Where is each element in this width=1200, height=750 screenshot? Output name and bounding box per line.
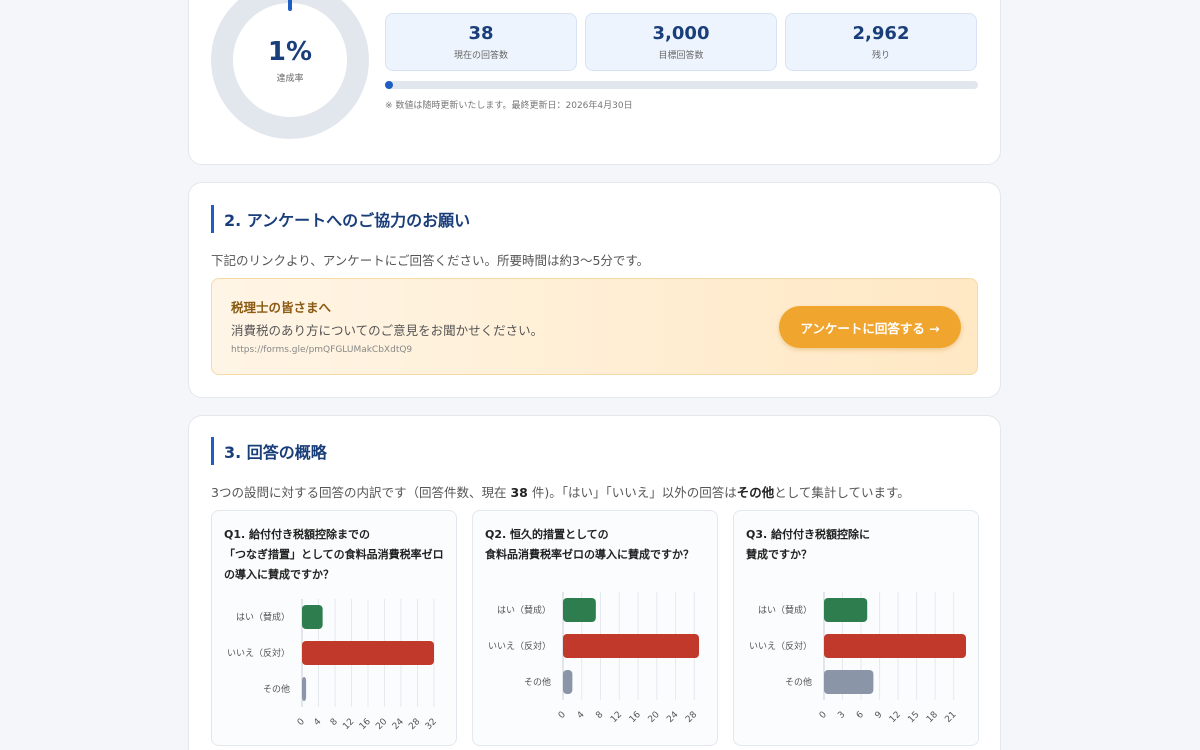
x-tick-label: 4 [312,717,323,728]
stat-value: 3,000 [652,23,710,44]
bar-yes [302,605,323,629]
question-card-q1: Q1. 給付付き税額控除までの 「つなぎ措置」としての食料品消費税率ゼロ の導入… [211,510,457,746]
progress-percent-caption: 達成率 [276,73,304,84]
bar-chart-q3: 0 3 6 9 12 15 18 21 はい（賛成） いいえ（反対） その他 [749,592,966,725]
question-card-q2: Q2. 恒久的措置としての 食料品消費税率ゼロの導入に賛成ですか？ 0 4 8 12 1… [472,510,718,746]
question-card-q3: Q3. 給付付き税額控除に 賛成ですか？ 0 3 6 9 12 15 18 21 はい（賛成）い… [733,510,979,746]
stat-remaining: 2,962 残り [785,13,977,71]
x-tick-label: 4 [576,710,587,721]
x-tick-label: 16 [358,717,373,732]
summary-desc-text: として集計しています。 [774,485,910,500]
x-tick-label: 0 [818,710,829,721]
progress-note: ※ 数値は随時更新いたします。最終更新日：2026年4月30日 [385,101,633,111]
category-label: いいえ（反対） [488,640,551,652]
x-tick-label: 24 [391,717,406,732]
section-description: 下記のリンクより、アンケートにご回答ください。所要時間は約3〜5分です。 [211,253,650,268]
x-tick-label: 3 [836,710,847,721]
category-label: その他 [524,676,551,688]
stat-label: 目標回答数 [658,51,704,61]
survey-request-card: 2. アンケートへのご協力のお願い 下記のリンクより、アンケートにご回答ください… [188,182,1001,398]
survey-cta-box: 税理士の皆さまへ 消費税のあり方についてのご意見をお聞かせください。 https… [211,278,978,375]
category-label: はい（賛成） [497,604,551,616]
stat-value: 38 [468,23,494,44]
category-label: その他 [785,676,812,688]
stat-value: 2,962 [852,23,910,44]
x-tick-label: 12 [341,717,356,732]
category-label: いいえ（反対） [749,640,812,652]
progress-bar [385,81,978,89]
x-tick-label: 12 [888,710,903,725]
bar-other [563,670,573,694]
bar-chart-q1: 0 4 8 12 16 20 24 28 32 はい（賛成） いいえ（反対） その他 [227,599,439,732]
bar-yes [563,598,596,622]
category-label: はい（賛成） [236,611,290,623]
x-tick-label: 15 [906,710,921,725]
answer-survey-button[interactable]: アンケートに回答する → [779,306,961,348]
x-tick-label: 21 [943,710,958,725]
bar-other [302,677,307,701]
response-count: 38 [510,485,528,500]
stat-current: 38 現在の回答数 [385,13,577,71]
summary-desc-text: 3つの設問に対する回答の内訳です（回答件数、現在 [211,485,511,500]
x-tick-label: 32 [424,717,439,732]
x-tick-label: 24 [665,710,680,725]
x-tick-label: 20 [647,710,662,725]
progress-percent: 1% [267,36,313,67]
x-tick-label: 16 [628,710,643,725]
x-tick-label: 12 [609,710,624,725]
x-tick-label: 8 [329,717,340,728]
progress-card: 1% 達成率 38 現在の回答数 3,000 目標回答数 2,962 残り ※ … [188,0,1001,165]
category-label: はい（賛成） [758,604,812,616]
other-category-term: その他 [736,485,775,500]
stat-label: 残り [871,51,890,61]
section-title: 2. アンケートへのご協力のお願い [211,205,911,233]
x-tick-label: 9 [873,710,884,721]
cta-heading: 税理士の皆さまへ [231,300,332,315]
x-tick-label: 0 [557,710,568,721]
survey-url[interactable]: https://forms.gle/pmQFGLUMakCbXdtQ9 [231,345,412,355]
summary-description: 3つの設問に対する回答の内訳です（回答件数、現在 38 件)。「はい」「いいえ」… [211,482,910,501]
x-tick-label: 28 [407,717,422,732]
x-tick-label: 28 [684,710,699,725]
section-title: 3. 回答の概略 [211,437,911,465]
category-label: いいえ（反対） [227,647,290,659]
bar-other [824,670,874,694]
bar-yes [824,598,868,622]
x-tick-label: 20 [374,717,389,732]
stat-label: 現在の回答数 [453,51,508,61]
x-tick-label: 18 [925,710,940,725]
x-tick-label: 0 [296,717,307,728]
category-label: その他 [263,683,290,695]
cta-text: 消費税のあり方についてのご意見をお聞かせください。 [231,323,544,338]
summary-card: 3. 回答の概略 3つの設問に対する回答の内訳です（回答件数、現在 38 件)。… [188,415,1001,750]
bar-no [302,641,434,665]
bar-no [824,634,966,658]
summary-desc-text: 件)。「はい」「いいえ」以外の回答は [527,485,737,500]
x-tick-label: 6 [855,710,866,721]
bar-no [563,634,699,658]
bar-chart-q2: 0 4 8 12 16 20 24 28 はい（賛成） いいえ（反対） その他 [488,592,699,725]
x-tick-label: 8 [594,710,605,721]
stat-target: 3,000 目標回答数 [585,13,777,71]
progress-bar-fill [385,81,393,89]
